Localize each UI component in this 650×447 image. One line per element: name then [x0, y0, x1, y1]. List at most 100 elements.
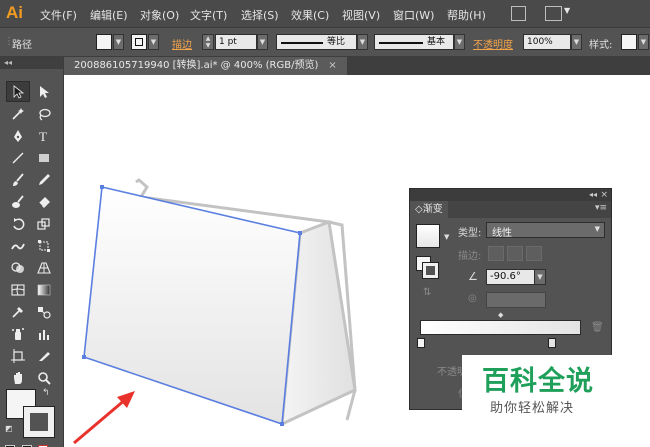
document-tab-bar: 200886105719940 [转换].ai* @ 400% (RGB/预览)… — [64, 57, 650, 75]
stroke-label: 描边: — [458, 251, 482, 262]
graphic-style-dropdown[interactable]: ▼ — [638, 34, 649, 50]
symbol-sprayer-tool-icon[interactable] — [6, 323, 30, 344]
collapse-panel-icon[interactable]: ◂◂ — [589, 189, 597, 201]
direct-selection-tool-icon[interactable] — [32, 81, 56, 102]
gradient-tool-icon[interactable] — [32, 279, 56, 300]
stroke-across-icon[interactable] — [526, 246, 542, 261]
angle-dropdown[interactable]: ▼ — [534, 269, 546, 285]
tools-panel-collapse[interactable]: ◂◂ — [0, 57, 63, 69]
menu-select[interactable]: 选择(S) — [241, 7, 279, 23]
gradient-slider[interactable] — [420, 320, 581, 335]
pencil-tool-icon[interactable] — [32, 169, 56, 190]
variable-width-profile[interactable]: 等比 — [276, 34, 357, 50]
slice-tool-icon[interactable] — [32, 345, 56, 366]
stroke-color-box[interactable] — [23, 406, 55, 438]
control-bar: ⋮ 路径 ▼ ▼ 描边 ▲ ▼ 1 pt ▼ 等比 ▼ 基本 ▼ 不透明度 100… — [0, 28, 650, 57]
color-mode-buttons — [5, 441, 59, 447]
gradient-tab[interactable]: ◇渐变 — [410, 201, 448, 218]
gradient-preset-dropdown-icon[interactable]: ▼ — [444, 233, 449, 241]
chevron-down-icon[interactable]: ▼ — [564, 6, 570, 15]
blend-tool-icon[interactable] — [32, 301, 56, 322]
zoom-tool-icon[interactable] — [32, 367, 56, 388]
angle-value: -90.6° — [490, 271, 521, 282]
document-tab-title: 200886105719940 [转换].ai* @ 400% (RGB/预览) — [74, 60, 319, 71]
document-tab[interactable]: 200886105719940 [转换].ai* @ 400% (RGB/预览)… — [64, 57, 347, 75]
menu-help[interactable]: 帮助(H) — [447, 7, 486, 23]
opacity-dropdown[interactable]: ▼ — [571, 34, 582, 50]
color-stop-left[interactable] — [417, 338, 425, 348]
app-logo: Ai — [6, 3, 23, 22]
anchor-point[interactable] — [280, 422, 284, 426]
artboard-tool-icon[interactable] — [6, 345, 30, 366]
eyedropper-tool-icon[interactable] — [6, 301, 30, 322]
stroke-weight-dropdown[interactable]: ▼ — [257, 34, 268, 50]
default-colors-icon[interactable]: ◩ — [5, 424, 13, 433]
fill-swatch[interactable] — [96, 34, 112, 50]
menu-effect[interactable]: 效果(C) — [291, 7, 329, 23]
line-tool-icon[interactable] — [6, 147, 30, 168]
aspect-ratio-input[interactable] — [486, 292, 546, 308]
profile-dropdown[interactable]: ▼ — [357, 34, 368, 50]
delete-stop-icon[interactable]: 🗑 — [591, 322, 604, 333]
gradient-preview-swatch[interactable] — [416, 224, 440, 248]
menu-window[interactable]: 窗口(W) — [393, 7, 434, 23]
type-label: 类型: — [458, 228, 482, 239]
tools-panel: ◂◂ T ↰ ◩ — [0, 57, 64, 447]
type-tool-icon[interactable]: T — [32, 125, 56, 146]
midpoint-diamond-icon[interactable]: ◆ — [498, 311, 503, 319]
chevron-down-icon: ▼ — [594, 225, 600, 233]
scale-tool-icon[interactable] — [32, 213, 56, 234]
anchor-point[interactable] — [82, 355, 86, 359]
free-transform-tool-icon[interactable] — [32, 235, 56, 256]
hand-tool-icon[interactable] — [6, 367, 30, 388]
warp-tool-icon[interactable] — [6, 235, 30, 256]
stroke-weight-stepper[interactable]: ▲ ▼ — [202, 34, 214, 50]
red-arrow-annotation — [73, 391, 135, 445]
brush-definition[interactable]: 基本 — [374, 34, 454, 50]
stroke-panel-link[interactable]: 描边 — [172, 36, 192, 51]
stroke-swatch[interactable] — [131, 34, 147, 50]
column-graph-tool-icon[interactable] — [32, 323, 56, 344]
swap-fill-stroke-icon[interactable]: ↰ — [42, 388, 50, 398]
anchor-point[interactable] — [100, 185, 104, 189]
stroke-weight-input[interactable]: 1 pt — [215, 34, 257, 50]
menu-object[interactable]: 对象(O) — [140, 7, 179, 23]
close-panel-icon[interactable]: × — [600, 189, 608, 201]
menu-file[interactable]: 文件(F) — [40, 7, 77, 23]
graphic-style-swatch[interactable] — [621, 34, 637, 50]
stroke-within-icon[interactable] — [488, 246, 504, 261]
gradient-stroke-box[interactable] — [422, 262, 439, 279]
close-tab-icon[interactable]: × — [328, 60, 336, 71]
lasso-tool-icon[interactable] — [32, 103, 56, 124]
arrange-documents-icon[interactable] — [545, 6, 562, 21]
magic-wand-tool-icon[interactable] — [6, 103, 30, 124]
stroke-along-icon[interactable] — [507, 246, 523, 261]
shape-builder-tool-icon[interactable] — [6, 257, 30, 278]
anchor-point[interactable] — [298, 231, 302, 235]
panel-tab-row: ◇渐变 ▾≡ — [410, 201, 611, 218]
rectangle-tool-icon[interactable] — [32, 147, 56, 168]
color-stop-right[interactable] — [548, 338, 556, 348]
perspective-grid-tool-icon[interactable] — [32, 257, 56, 278]
selection-tool-icon[interactable] — [6, 81, 30, 102]
reverse-gradient-icon[interactable]: ⇅ — [423, 287, 431, 298]
fill-dropdown[interactable]: ▼ — [113, 34, 124, 50]
bridge-icon[interactable] — [511, 6, 526, 21]
rotate-tool-icon[interactable] — [6, 213, 30, 234]
gradient-type-select[interactable]: 线性 ▼ — [486, 222, 605, 239]
panel-menu-icon[interactable]: ▾≡ — [595, 203, 607, 213]
pen-tool-icon[interactable] — [6, 125, 30, 146]
menu-edit[interactable]: 编辑(E) — [90, 7, 128, 23]
paintbrush-tool-icon[interactable] — [6, 169, 30, 190]
brush-label: 基本 — [427, 37, 446, 47]
eraser-tool-icon[interactable] — [32, 191, 56, 212]
brush-dropdown[interactable]: ▼ — [454, 34, 465, 50]
stroke-dropdown[interactable]: ▼ — [148, 34, 159, 50]
opacity-panel-link[interactable]: 不透明度 — [473, 36, 513, 51]
blob-brush-tool-icon[interactable] — [6, 191, 30, 212]
menu-type[interactable]: 文字(T) — [190, 7, 227, 23]
mesh-tool-icon[interactable] — [6, 279, 30, 300]
menu-view[interactable]: 视图(V) — [342, 7, 380, 23]
bag-front-face[interactable] — [83, 186, 301, 426]
opacity-input[interactable]: 100% — [523, 34, 571, 50]
